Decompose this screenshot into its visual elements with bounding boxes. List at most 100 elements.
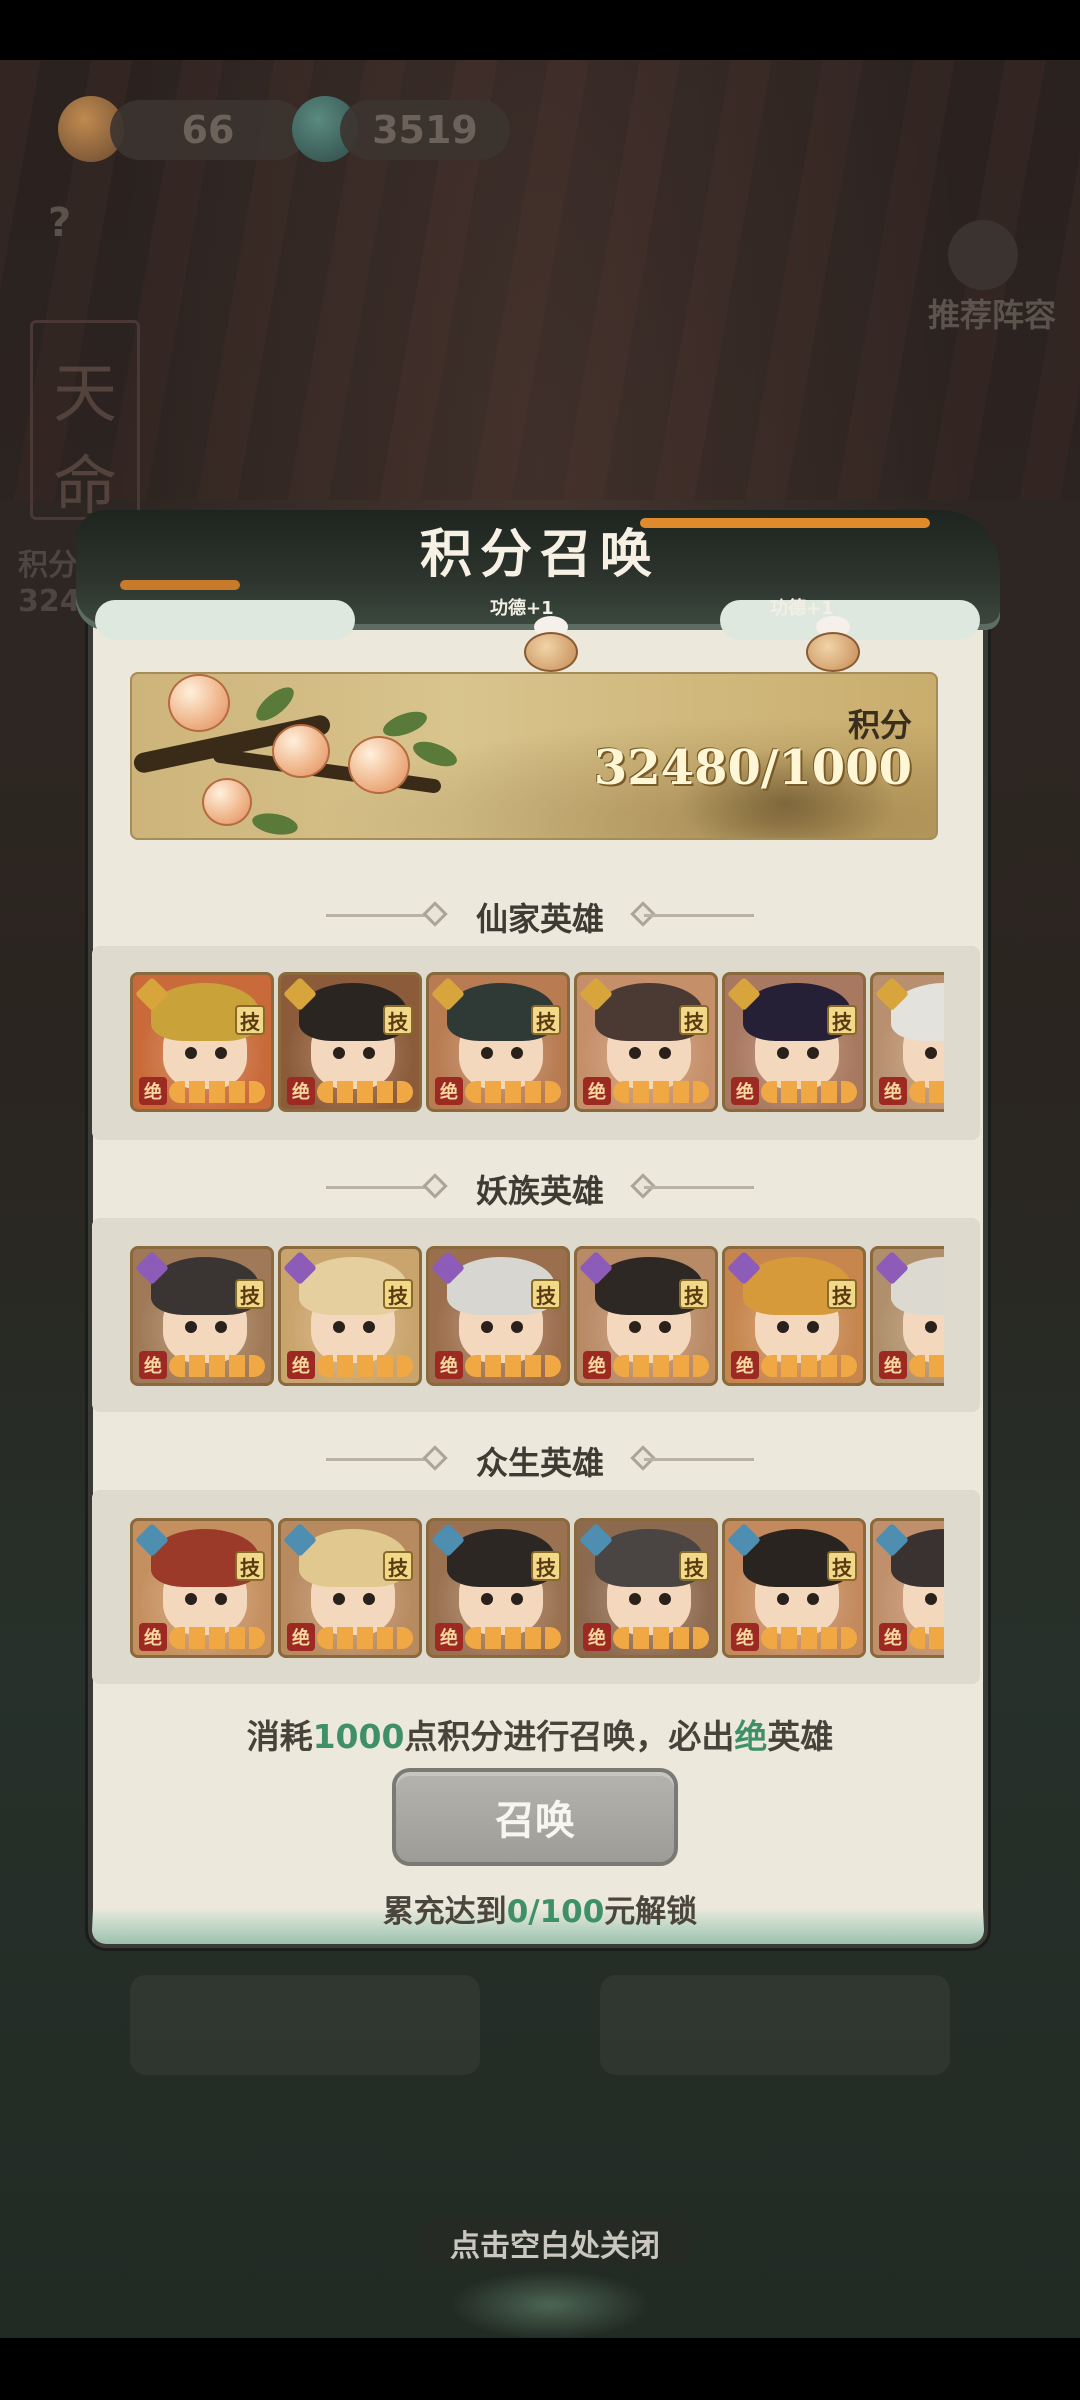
leaf-icon — [379, 706, 431, 742]
cloud-decoration — [450, 2270, 650, 2340]
leaf-icon — [409, 736, 461, 772]
hero-eye — [333, 1047, 345, 1059]
hero-eye — [777, 1593, 789, 1605]
hero-card[interactable]: 技绝 — [130, 972, 274, 1112]
skill-badge: 技 — [531, 1279, 561, 1309]
grade-badge: 绝 — [139, 1077, 167, 1105]
hero-eye — [629, 1593, 641, 1605]
header-cloud-left — [95, 600, 355, 640]
skill-badge: 技 — [679, 1551, 709, 1581]
skill-badge: 技 — [235, 1005, 265, 1035]
hero-card[interactable]: 技绝 — [722, 1246, 866, 1386]
unlock-requirement: 累充达到0/100元解锁 — [0, 1886, 1080, 1931]
hero-card[interactable]: 技绝 — [722, 1518, 866, 1658]
summon-description: 消耗1000点积分进行召唤，必出绝英雄 — [0, 1710, 1080, 1758]
section-title-demon: 妖族英雄 — [475, 1172, 604, 1210]
star-rating-icon — [909, 1627, 944, 1649]
skill-badge: 技 — [235, 1551, 265, 1581]
hero-eye — [363, 1321, 375, 1333]
hero-eye — [629, 1047, 641, 1059]
hero-card[interactable]: 技绝 — [426, 1518, 570, 1658]
score-value: 32480/1000 — [593, 740, 912, 796]
hero-card[interactable]: 技绝 — [722, 972, 866, 1112]
hero-eye — [925, 1047, 937, 1059]
desc-middle: 点积分进行召唤，必出 — [404, 1717, 735, 1756]
help-button: ? — [48, 200, 72, 246]
desc-suffix: 英雄 — [767, 1717, 834, 1756]
hero-card[interactable]: 技绝 — [426, 972, 570, 1112]
star-rating-icon — [613, 1627, 709, 1649]
resource-peach-value: 66 — [110, 100, 306, 160]
hero-card[interactable]: 技绝 — [574, 1246, 718, 1386]
peach-icon — [272, 724, 330, 778]
star-rating-icon — [909, 1355, 944, 1377]
unlock-suffix: 元解锁 — [604, 1894, 698, 1930]
summon-button[interactable]: 召唤 — [392, 1768, 678, 1866]
section-divider — [644, 1458, 754, 1461]
hero-eye — [481, 1321, 493, 1333]
hero-eye — [807, 1047, 819, 1059]
hanging-bag-icon — [800, 612, 864, 676]
hero-card[interactable]: 技绝 — [870, 1518, 944, 1658]
skill-badge: 技 — [679, 1279, 709, 1309]
hero-eye — [215, 1321, 227, 1333]
hero-card[interactable]: 技绝 — [130, 1518, 274, 1658]
dialog-title: 积分召唤 — [419, 524, 660, 585]
hero-card[interactable]: 技绝 — [870, 1246, 944, 1386]
hero-eye — [511, 1321, 523, 1333]
hanging-bag-icon — [518, 612, 582, 676]
hero-eye — [629, 1321, 641, 1333]
hero-card[interactable]: 技绝 — [574, 972, 718, 1112]
hero-eye — [333, 1593, 345, 1605]
hero-eye — [925, 1593, 937, 1605]
star-rating-icon — [465, 1355, 561, 1377]
section-divider — [644, 1186, 754, 1189]
skill-badge: 技 — [383, 1551, 413, 1581]
grade-badge: 绝 — [731, 1077, 759, 1105]
star-rating-icon — [317, 1081, 413, 1103]
grade-badge: 绝 — [435, 1077, 463, 1105]
peach-icon — [348, 736, 410, 794]
hero-card[interactable]: 技绝 — [130, 1246, 274, 1386]
hero-eye — [185, 1593, 197, 1605]
skill-badge: 技 — [383, 1005, 413, 1035]
hero-card[interactable]: 技绝 — [278, 1246, 422, 1386]
skill-badge: 技 — [531, 1551, 561, 1581]
recommend-icon — [948, 220, 1018, 290]
skill-badge: 技 — [827, 1279, 857, 1309]
grade-badge: 绝 — [731, 1351, 759, 1379]
skill-badge: 技 — [383, 1279, 413, 1309]
peach-icon — [168, 674, 230, 732]
hero-eye — [777, 1047, 789, 1059]
hero-eye — [333, 1321, 345, 1333]
hero-card[interactable]: 技绝 — [278, 972, 422, 1112]
hero-row-immortal[interactable]: 技绝技绝技绝技绝技绝技绝 — [130, 972, 944, 1112]
hero-eye — [481, 1593, 493, 1605]
skill-badge: 技 — [827, 1551, 857, 1581]
star-rating-icon — [761, 1355, 857, 1377]
score-banner: 积分 32480/1000 — [130, 672, 938, 840]
hero-eye — [807, 1593, 819, 1605]
grade-badge: 绝 — [139, 1623, 167, 1651]
peach-icon — [202, 778, 252, 826]
skill-badge: 技 — [235, 1279, 265, 1309]
screen[interactable]: 66 3519 ? 天命 积分 3248 推荐阵容 积分召唤 功德+1 功德+1… — [0, 0, 1080, 2400]
section-divider — [644, 914, 754, 917]
hero-row-mortal[interactable]: 技绝技绝技绝技绝技绝技绝 — [130, 1518, 944, 1658]
hero-eye — [511, 1593, 523, 1605]
hero-row-demon[interactable]: 技绝技绝技绝技绝技绝技绝 — [130, 1246, 944, 1386]
desc-rarity: 绝 — [734, 1717, 768, 1756]
hero-card[interactable]: 技绝 — [870, 972, 944, 1112]
hero-card[interactable]: 技绝 — [426, 1246, 570, 1386]
close-hint[interactable]: 点击空白处关闭 — [418, 2218, 692, 2268]
status-bar — [0, 0, 1080, 60]
hero-eye — [659, 1593, 671, 1605]
star-rating-icon — [465, 1081, 561, 1103]
star-rating-icon — [169, 1355, 265, 1377]
hero-card[interactable]: 技绝 — [278, 1518, 422, 1658]
hero-eye — [481, 1047, 493, 1059]
section-title-mortal: 众生英雄 — [475, 1444, 604, 1482]
hero-card[interactable]: 技绝 — [574, 1518, 718, 1658]
recommend-lineup-label: 推荐阵容 — [927, 296, 1056, 334]
section-title-immortal: 仙家英雄 — [475, 900, 604, 938]
